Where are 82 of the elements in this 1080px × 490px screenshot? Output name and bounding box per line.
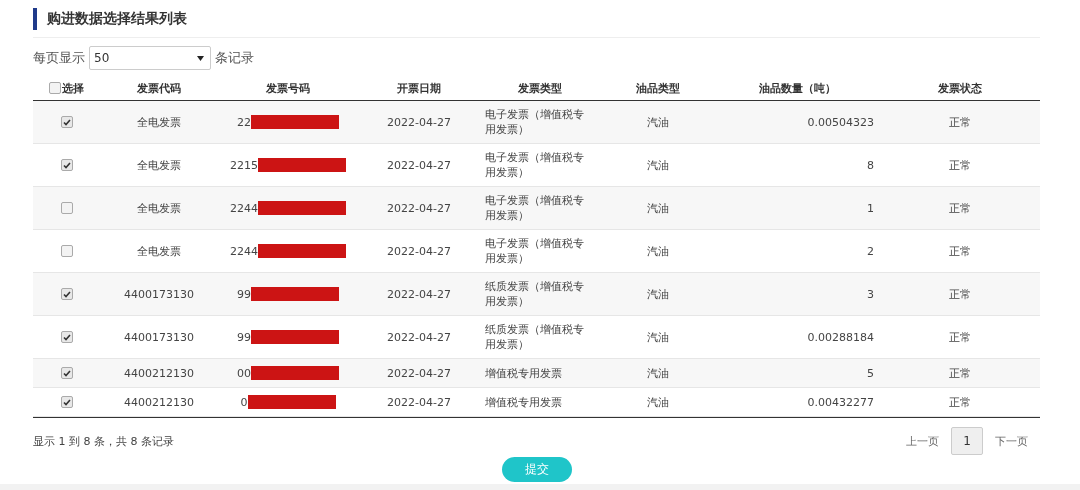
table-cell-text: 汽油: [645, 200, 670, 216]
table-cell-text: 4400212130: [123, 366, 195, 380]
table-cell-text: 4400212130: [123, 395, 195, 409]
table-cell-text: 2022-04-27: [386, 287, 452, 301]
table-cell-text: 汽油: [645, 286, 670, 302]
table-cell-text: 正常: [948, 200, 972, 216]
table-cell-text: 正常: [948, 365, 972, 381]
column-header: 发票状态: [937, 80, 983, 96]
checkbox[interactable]: [49, 82, 61, 94]
table-cell-text: 电子发票（增值税专用发票）: [484, 150, 585, 180]
table-cell: 2244: [230, 201, 258, 215]
table-cell-text: 4400173130: [123, 287, 195, 301]
page-size-select[interactable]: 50: [89, 46, 211, 70]
section-title: 购进数据选择结果列表: [33, 8, 1040, 30]
table-cell-text: 全电发票: [136, 200, 182, 216]
column-header: 开票日期: [396, 80, 442, 96]
table-cell-text: 2022-04-27: [386, 244, 452, 258]
table-cell: 99: [237, 287, 251, 301]
table-cell-text: 0.00432277: [806, 395, 875, 409]
table-cell-text: 0.00504323: [806, 115, 875, 129]
table-cell-text: 汽油: [645, 329, 670, 345]
table-cell-text: 电子发票（增值税专用发票）: [484, 107, 585, 137]
page-button[interactable]: 1: [951, 427, 983, 455]
table-cell-text: 2022-04-27: [386, 395, 452, 409]
table-cell-text: 2022-04-27: [386, 115, 452, 129]
table-cell-text: 正常: [948, 157, 972, 173]
table-cell-text: 正常: [948, 329, 972, 345]
prev-page-link[interactable]: 上一页: [906, 433, 939, 449]
table-cell-text: 全电发票: [136, 157, 182, 173]
table-cell: 0: [240, 395, 248, 409]
table-cell-text: 汽油: [645, 243, 670, 259]
table-cell-text: 正常: [948, 114, 972, 130]
table-cell-text: 8: [866, 158, 875, 172]
table-cell: 2244: [230, 244, 258, 258]
checkbox[interactable]: [60, 116, 73, 128]
table-cell-text: 2022-04-27: [386, 366, 452, 380]
table-cell-text: 全电发票: [136, 114, 182, 130]
table-cell-text: 2022-04-27: [386, 201, 452, 215]
table-cell: 00: [237, 366, 251, 380]
table-cell-text: 电子发票（增值税专用发票）: [484, 193, 585, 223]
table-cell-text: 纸质发票（增值税专用发票）: [484, 279, 585, 309]
column-header: 发票类型: [517, 80, 563, 96]
checkbox[interactable]: [60, 202, 73, 214]
table-cell-text: 正常: [948, 286, 972, 302]
checkbox[interactable]: [60, 331, 73, 343]
table-cell-text: 增值税专用发票: [484, 365, 563, 381]
page-size-label: 每页显示: [33, 49, 85, 67]
table-cell-text: 2022-04-27: [386, 330, 452, 344]
table-cell-text: 2022-04-27: [386, 158, 452, 172]
table-cell: 2215: [230, 158, 258, 172]
column-header: 发票代码: [136, 80, 182, 96]
column-header: 选择: [62, 80, 84, 96]
table-cell-text: 正常: [948, 394, 972, 410]
table-cell-text: 全电发票: [136, 243, 182, 259]
table-cell-text: 汽油: [645, 157, 670, 173]
table-cell-text: 纸质发票（增值税专用发票）: [484, 322, 585, 352]
table-cell: 22: [237, 115, 251, 129]
table-cell-text: 汽油: [645, 394, 670, 410]
column-header: 发票号码: [265, 80, 311, 96]
column-header: 油品数量（吨）: [758, 80, 837, 96]
column-header: 油品类型: [634, 80, 681, 96]
table-cell-text: 汽油: [645, 114, 670, 130]
checkbox[interactable]: [60, 367, 73, 379]
records-summary: 显示 1 到 8 条，共 8 条记录: [33, 433, 174, 449]
table-cell-text: 3: [866, 287, 875, 301]
table-cell-text: 2: [866, 244, 875, 258]
table-cell-text: 电子发票（增值税专用发票）: [484, 236, 585, 266]
checkbox[interactable]: [60, 396, 73, 408]
table-cell-text: 4400173130: [123, 330, 195, 344]
records-label: 条记录: [215, 49, 254, 67]
table-cell-text: 增值税专用发票: [484, 394, 563, 410]
table-cell-text: 1: [866, 201, 875, 215]
checkbox[interactable]: [60, 288, 73, 300]
table-cell: 99: [237, 330, 251, 344]
next-page-link[interactable]: 下一页: [995, 433, 1028, 449]
table-cell-text: 0.00288184: [806, 330, 875, 344]
table-cell-text: 正常: [948, 243, 972, 259]
caret-icon: [197, 55, 204, 61]
checkbox[interactable]: [60, 245, 73, 257]
table-cell-text: 汽油: [645, 365, 670, 381]
table-cell-text: 5: [866, 366, 875, 380]
checkbox[interactable]: [60, 159, 73, 171]
